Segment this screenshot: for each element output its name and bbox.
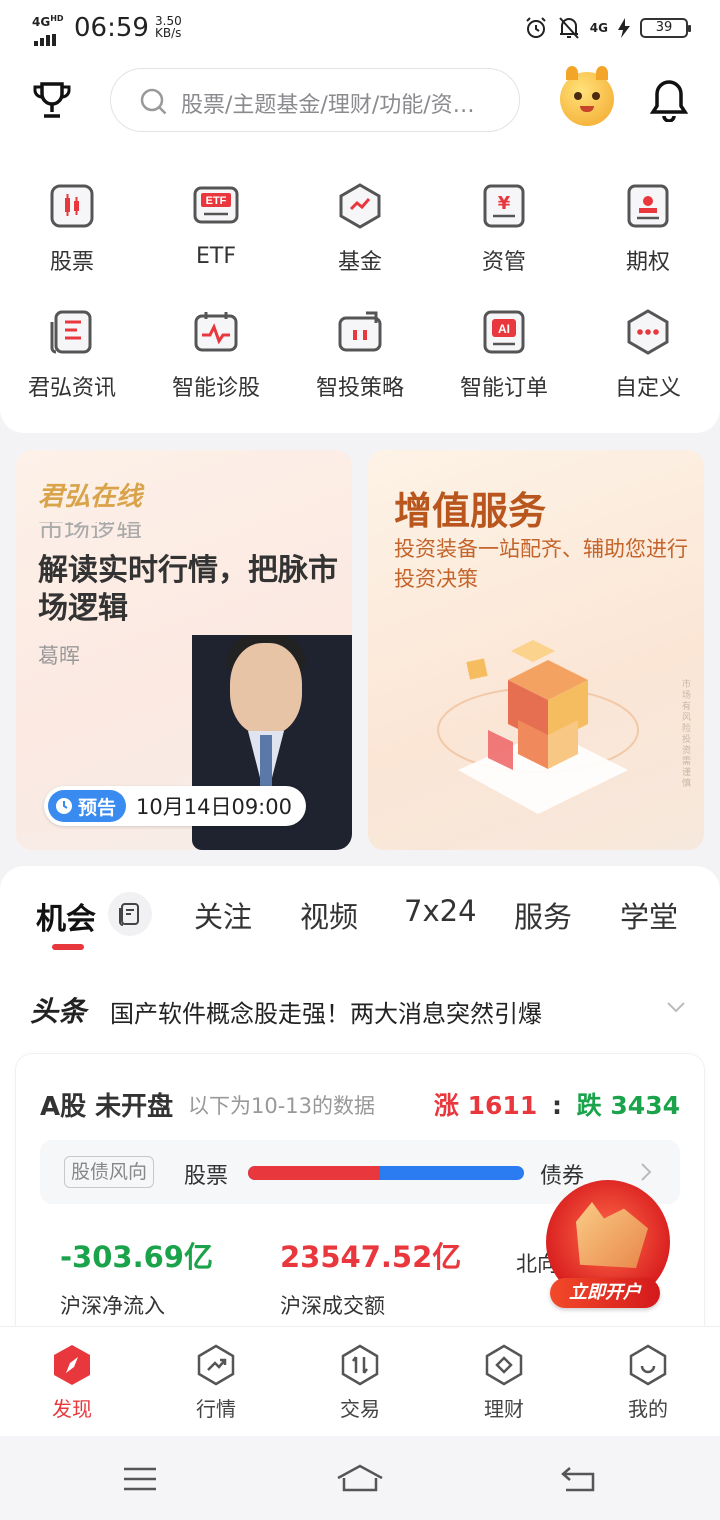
trade-icon <box>341 1344 379 1386</box>
market-status: A股 未开盘 <box>40 1092 174 1122</box>
service-title: 增值服务 <box>394 489 547 533</box>
strategy-icon <box>338 311 382 352</box>
nav-discover[interactable]: 发现 <box>0 1343 144 1422</box>
nav-profile[interactable]: 我的 <box>576 1343 720 1422</box>
grid-item-news[interactable]: 君弘资讯 <box>0 308 144 402</box>
charging-icon <box>618 18 630 38</box>
bottom-nav: 发现 行情 交易 理财 我的 <box>0 1326 720 1436</box>
grid-item-asset-mgmt[interactable]: ¥ 资管 <box>432 182 576 276</box>
search-bar[interactable]: 股票/主题基金/理财/功能/资… <box>110 68 520 132</box>
net-inflow-stat[interactable]: -303.69亿 沪深净流入 <box>60 1234 213 1320</box>
trend-icon <box>197 1344 235 1386</box>
custom-icon <box>627 309 669 355</box>
bell-icon[interactable] <box>650 78 688 122</box>
open-account-promo[interactable]: 立即开户 <box>546 1180 670 1308</box>
etf-icon: ETF <box>193 186 239 224</box>
grid-item-stock[interactable]: 股票 <box>0 182 144 276</box>
ai-order-icon: AI <box>483 310 525 354</box>
svg-text:¥: ¥ <box>498 193 511 214</box>
fund-icon <box>339 183 381 229</box>
turnover-stat[interactable]: 23547.52亿 沪深成交额 <box>280 1234 461 1320</box>
live-time: 10月14日09:00 <box>136 795 292 819</box>
compass-icon <box>54 1345 90 1385</box>
stock-label: 股票 <box>184 1164 229 1189</box>
system-nav <box>0 1436 720 1520</box>
market-date-note: 以下为10-13的数据 <box>188 1094 376 1118</box>
search-icon <box>140 88 167 115</box>
status-bar: 4GHD 06:59 3.50 KB/s 4G 39 <box>0 0 720 58</box>
active-tab-indicator <box>52 944 84 950</box>
wealth-icon <box>485 1344 523 1386</box>
advance-decline: 涨 1611 : 跌 3434 <box>433 1091 680 1120</box>
tab-opportunity[interactable]: 机会 <box>36 894 96 938</box>
clock: 06:59 <box>74 13 149 43</box>
document-icon <box>119 903 139 926</box>
signal-icon <box>34 27 58 46</box>
grid-item-etf[interactable]: ETF ETF <box>144 182 288 269</box>
clock-icon <box>56 798 72 814</box>
tab-service[interactable]: 服务 <box>514 894 572 936</box>
headline-tag: 头条 <box>30 995 87 1028</box>
tab-school[interactable]: 学堂 <box>620 894 678 936</box>
battery-icon: 39 <box>640 18 691 38</box>
live-banner[interactable]: 君弘在线 市场逻辑 解读实时行情，把脉市场逻辑 葛晖 预告 10月14日09:0… <box>16 450 352 850</box>
tab-video[interactable]: 视频 <box>300 894 358 936</box>
feature-grid: 股票 ETF ETF 基金 ¥ 资管 期权 君弘资讯 智能诊股 智投策略 AI … <box>0 150 720 433</box>
sentiment-badge: 股债风向 <box>64 1156 155 1188</box>
stock-share-fill <box>248 1166 381 1180</box>
nav-market[interactable]: 行情 <box>144 1343 288 1422</box>
cube-illustration <box>437 640 639 814</box>
option-icon <box>627 184 669 228</box>
candlestick-icon <box>50 184 94 228</box>
tab-doc-button[interactable] <box>108 892 152 936</box>
nav-trade[interactable]: 交易 <box>288 1343 432 1422</box>
live-schedule-pill: 预告 10月14日09:00 <box>44 786 306 826</box>
headline-row[interactable]: 头条 国产软件概念股走强！两大消息突然引爆 <box>30 990 700 1030</box>
open-account-button[interactable]: 立即开户 <box>550 1278 660 1308</box>
live-brand: 君弘在线 <box>38 482 143 512</box>
back-icon[interactable] <box>560 1464 598 1494</box>
sentiment-meter <box>248 1166 524 1180</box>
diagnose-icon <box>194 312 238 352</box>
yuan-icon: ¥ <box>483 184 525 228</box>
top-header: 股票/主题基金/理财/功能/资… <box>0 58 720 150</box>
chevron-down-icon[interactable] <box>666 1000 686 1014</box>
net-speed: 3.50 KB/s <box>155 14 182 40</box>
grid-item-option[interactable]: 期权 <box>576 182 720 276</box>
news-icon <box>50 310 92 354</box>
tab-7x24[interactable]: 7x24 <box>404 894 477 928</box>
alarm-icon <box>526 17 546 38</box>
grid-item-diagnose[interactable]: 智能诊股 <box>144 308 288 402</box>
headline-text: 国产软件概念股走强！两大消息突然引爆 <box>110 1000 542 1028</box>
nav-wealth[interactable]: 理财 <box>432 1343 576 1422</box>
feed-tabs: 机会 关注 视频 7x24 服务 学堂 <box>0 890 720 940</box>
chevron-right-icon <box>641 1163 652 1181</box>
home-icon[interactable] <box>336 1462 384 1494</box>
svg-text:ETF: ETF <box>206 195 227 207</box>
profile-icon <box>629 1344 667 1386</box>
mascot-avatar[interactable] <box>560 66 614 126</box>
grid-item-ai-order[interactable]: AI 智能订单 <box>432 308 576 402</box>
signal-4g-icon: 4G <box>589 21 608 35</box>
preview-tag: 预告 <box>48 790 127 822</box>
service-banner[interactable]: 增值服务 投资装备一站配齐、辅助您进行投资决策 市场有风险 投资需谨慎 <box>368 450 704 850</box>
service-subtitle: 投资装备一站配齐、辅助您进行投资决策 <box>394 537 688 591</box>
menu-icon[interactable] <box>122 1466 158 1492</box>
tab-follow[interactable]: 关注 <box>194 894 252 936</box>
live-speaker: 葛晖 <box>38 644 80 668</box>
search-placeholder: 股票/主题基金/理财/功能/资… <box>181 93 475 118</box>
grid-item-fund[interactable]: 基金 <box>288 182 432 276</box>
live-title: 解读实时行情，把脉市场逻辑 <box>38 553 338 626</box>
mute-bell-icon <box>559 17 579 39</box>
grid-item-custom[interactable]: 自定义 <box>576 308 720 402</box>
risk-note: 市场有风险 投资需谨慎 <box>682 680 692 789</box>
grid-item-strategy[interactable]: 智投策略 <box>288 308 432 402</box>
svg-text:AI: AI <box>498 322 510 336</box>
live-ghost-text: 市场逻辑 <box>38 522 143 538</box>
trophy-icon[interactable] <box>30 78 74 122</box>
